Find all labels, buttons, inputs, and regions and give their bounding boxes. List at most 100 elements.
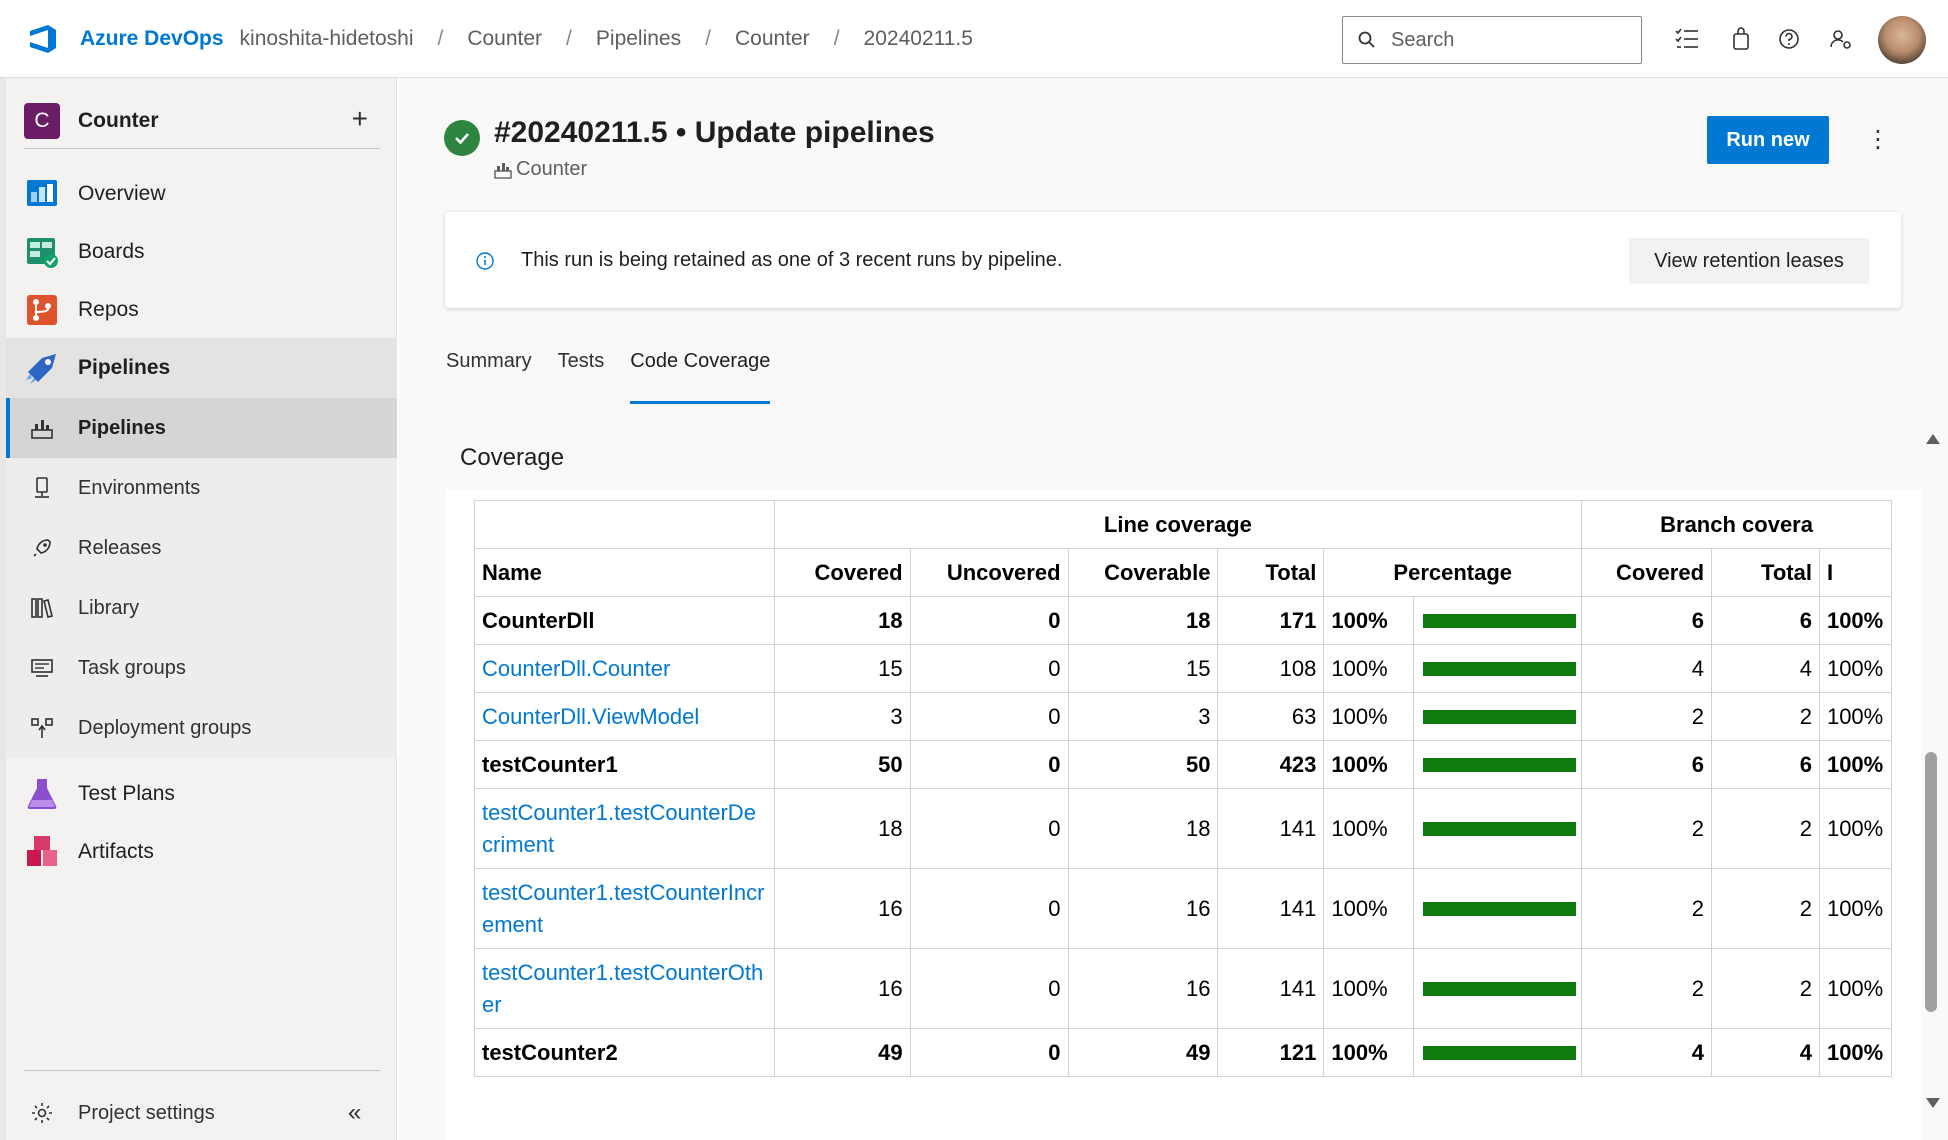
table-row: testCounter1.testCounterOther 16 0 16 141 100… (474, 948, 1892, 1029)
column-header-branch-percentage[interactable]: I (1818, 548, 1892, 597)
coverage-bar (1423, 661, 1577, 676)
branch-total-cell: 2 (1711, 692, 1820, 741)
row-name-link[interactable]: testCounter1.testCounterIncrement (482, 880, 764, 937)
pipeline-icon (494, 162, 512, 179)
tab-summary[interactable]: Summary (446, 350, 532, 404)
row-name-cell[interactable]: CounterDll.Counter (474, 644, 775, 693)
coverage-bar (1423, 709, 1577, 724)
search-input[interactable]: Search (1342, 16, 1642, 64)
column-header-branch-covered[interactable]: Covered (1581, 548, 1713, 597)
breadcrumb-project[interactable]: Counter (467, 27, 542, 51)
table-row: testCounter1 50 0 50 423 100% 6 6 100% (474, 740, 1892, 789)
library-icon (31, 598, 53, 618)
sidebar-item-test-plans[interactable]: Test Plans (0, 764, 397, 824)
row-name-cell[interactable]: CounterDll.ViewModel (474, 692, 775, 741)
table-row: testCounter1.testCounterDecriment 18 0 18 14… (474, 788, 1892, 869)
task-list-icon[interactable] (1672, 24, 1702, 54)
run-new-button[interactable]: Run new (1707, 116, 1829, 164)
row-name-link[interactable]: CounterDll.ViewModel (482, 704, 699, 729)
branch-percentage-cell: 100% (1818, 948, 1892, 1029)
coverage-title: Coverage (460, 444, 565, 471)
scroll-down-arrow-icon[interactable] (1926, 1098, 1940, 1108)
vertical-scrollbar[interactable] (1922, 434, 1942, 1110)
sidebar-item-pipelines[interactable]: Pipelines (0, 338, 397, 398)
row-name-link[interactable]: CounterDll.Counter (482, 656, 670, 681)
column-header-coverable[interactable]: Coverable (1067, 548, 1219, 597)
user-settings-icon[interactable] (1826, 24, 1856, 54)
coverage-table-container[interactable]: Line coverage Branch covera Name Covered… (474, 500, 1892, 1140)
breadcrumb-pipeline[interactable]: Counter (735, 27, 810, 51)
sidebar: C Counter + Overview Boards Repos Pipeli… (0, 78, 397, 1140)
coverage-bar-cell (1413, 788, 1583, 869)
sidebar-subitem-deployment-groups[interactable]: Deployment groups (0, 698, 397, 758)
line-uncovered-cell: 0 (909, 740, 1069, 789)
sidebar-subitem-releases[interactable]: Releases (0, 518, 397, 578)
sidebar-item-artifacts[interactable]: Artifacts (0, 822, 397, 882)
column-header-uncovered[interactable]: Uncovered (909, 548, 1069, 597)
tab-tests[interactable]: Tests (558, 350, 605, 404)
breadcrumb-org[interactable]: kinoshita-hidetoshi (240, 27, 414, 51)
success-icon (444, 120, 480, 156)
table-row: CounterDll.Counter 15 0 15 108 100% 4 4 100% (474, 644, 1892, 693)
sidebar-subitem-environments[interactable]: Environments (0, 458, 397, 518)
sidebar-subitem-library[interactable]: Library (0, 578, 397, 638)
project-settings[interactable]: Project settings « (0, 1088, 397, 1138)
environments-icon (35, 477, 49, 498)
shopping-bag-icon[interactable] (1726, 24, 1756, 54)
help-icon[interactable] (1774, 24, 1804, 54)
branch-covered-cell: 2 (1581, 868, 1713, 949)
retention-banner: This run is being retained as one of 3 r… (445, 212, 1901, 308)
sidebar-item-boards[interactable]: Boards (0, 222, 397, 282)
coverage-bar (1423, 1045, 1577, 1060)
line-covered-cell: 50 (773, 740, 911, 789)
line-uncovered-cell: 0 (909, 948, 1069, 1029)
sidebar-item-repos[interactable]: Repos (0, 280, 397, 340)
group-header-branch-coverage: Branch covera (1581, 500, 1892, 549)
branch-percentage-cell: 100% (1818, 1028, 1892, 1077)
branch-percentage-cell: 100% (1818, 692, 1892, 741)
collapse-sidebar-icon[interactable]: « (348, 1101, 372, 1125)
row-name-link[interactable]: testCounter1.testCounterDecriment (482, 800, 756, 857)
row-name-cell[interactable]: testCounter1.testCounterIncrement (474, 868, 775, 949)
column-header-branch-total[interactable]: Total (1711, 548, 1820, 597)
line-covered-cell: 15 (773, 644, 911, 693)
coverage-table: Line coverage Branch covera Name Covered… (474, 500, 1892, 1077)
scroll-up-arrow-icon[interactable] (1926, 434, 1940, 444)
tab-code-coverage[interactable]: Code Coverage (630, 350, 771, 404)
scroll-thumb[interactable] (1925, 752, 1937, 1012)
column-header-covered[interactable]: Covered (773, 548, 911, 597)
line-uncovered-cell: 0 (909, 596, 1069, 645)
line-total-cell: 141 (1217, 788, 1325, 869)
search-placeholder: Search (1391, 28, 1455, 51)
branch-total-cell: 6 (1711, 596, 1820, 645)
left-edge (0, 78, 6, 1140)
sidebar-item-overview[interactable]: Overview (0, 164, 397, 224)
row-name-link[interactable]: testCounter1.testCounterOther (482, 960, 763, 1017)
breadcrumb-pipelines[interactable]: Pipelines (596, 27, 681, 51)
breadcrumb-run[interactable]: 20240211.5 (864, 27, 973, 51)
avatar[interactable] (1878, 16, 1926, 64)
coverage-bar-cell (1413, 740, 1583, 789)
pipeline-link[interactable]: Counter (494, 158, 587, 181)
row-name-cell: testCounter1 (474, 740, 775, 789)
sidebar-subitem-task-groups[interactable]: Task groups (0, 638, 397, 698)
column-header-total[interactable]: Total (1217, 548, 1325, 597)
view-retention-leases-button[interactable]: View retention leases (1629, 238, 1869, 284)
sidebar-subitem-pipelines[interactable]: Pipelines (0, 398, 397, 458)
line-covered-cell: 16 (773, 948, 911, 1029)
more-options-icon[interactable]: ⋮ (1866, 124, 1890, 156)
column-header-percentage[interactable]: Percentage (1323, 548, 1583, 597)
branch-total-cell: 2 (1711, 868, 1820, 949)
divider (24, 148, 380, 149)
add-icon[interactable]: + (352, 103, 368, 135)
project-selector[interactable]: C Counter + (24, 93, 380, 149)
column-header-name[interactable]: Name (474, 548, 775, 597)
info-icon (476, 252, 494, 270)
home-link[interactable]: Azure DevOps (24, 20, 224, 58)
row-name-cell[interactable]: testCounter1.testCounterOther (474, 948, 775, 1029)
line-uncovered-cell: 0 (909, 868, 1069, 949)
breadcrumb-separator: / (705, 26, 711, 50)
line-coverable-cell: 50 (1067, 740, 1219, 789)
row-name-cell[interactable]: testCounter1.testCounterDecriment (474, 788, 775, 869)
rocket-icon (33, 539, 51, 557)
